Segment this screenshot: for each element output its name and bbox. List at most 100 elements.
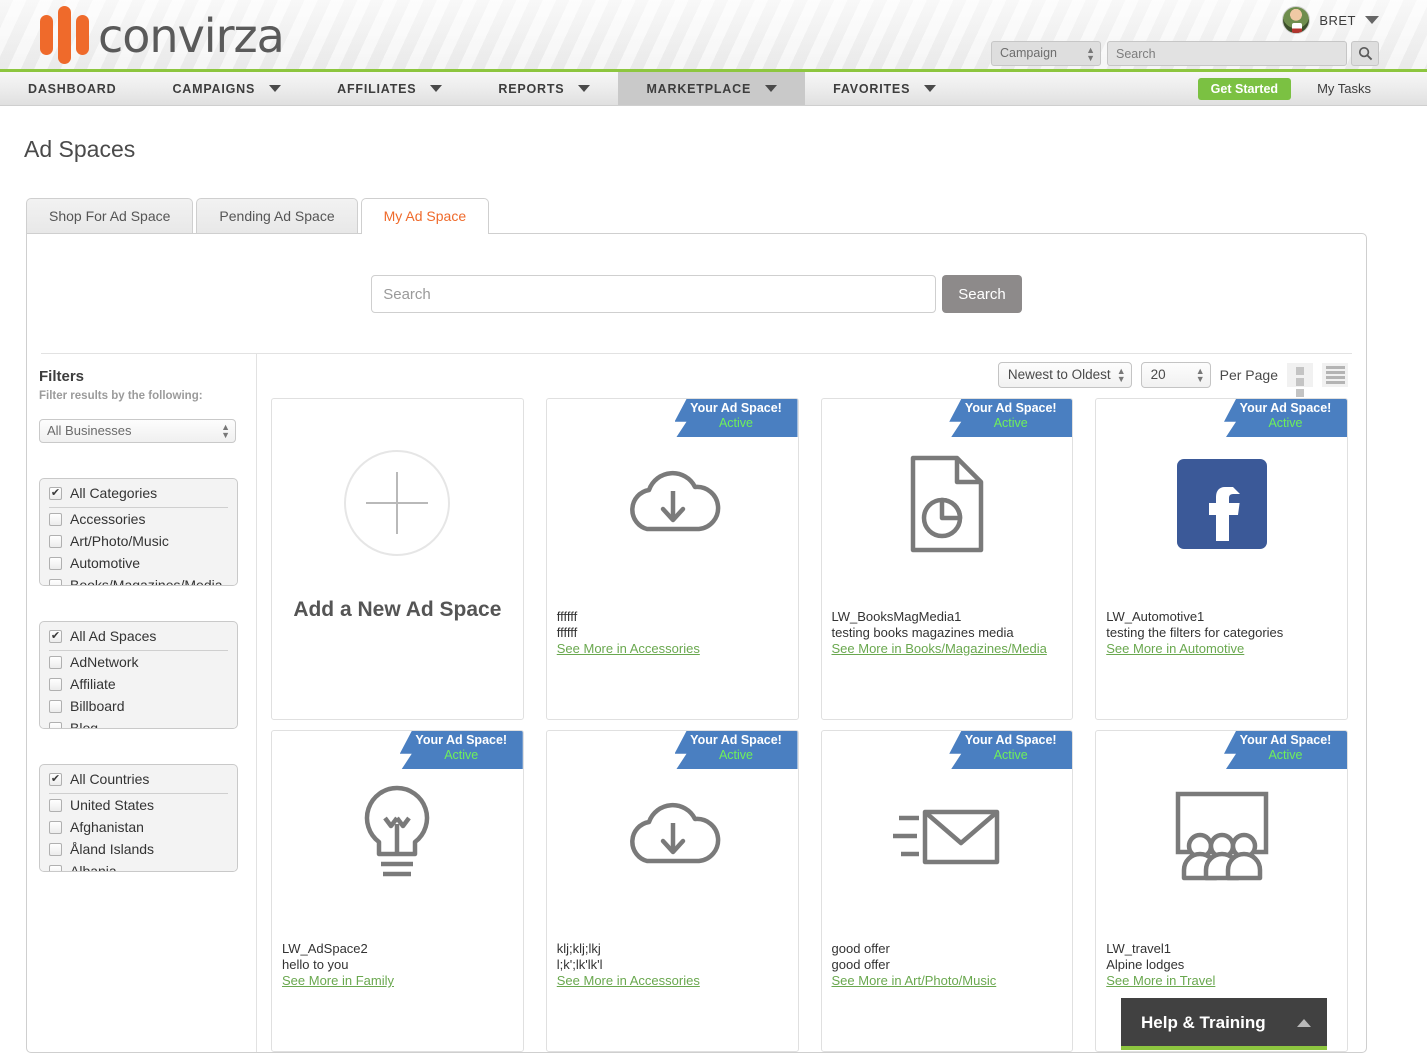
card-description: ffffff	[556, 625, 578, 640]
nav-label: DASHBOARD	[28, 81, 117, 96]
add-new-ad-space-label: Add a New Ad Space	[293, 598, 502, 621]
ad-space-card[interactable]: Your Ad Space! Active ffffff ffffff See …	[545, 398, 799, 720]
filter-item[interactable]: United States	[40, 794, 237, 816]
nav-item-favorites[interactable]: FAVORITES	[805, 72, 964, 105]
filter-item[interactable]: Affiliate	[40, 673, 237, 695]
chevron-down-icon[interactable]	[1365, 16, 1379, 24]
ad-space-search: Search	[27, 234, 1366, 313]
nav-item-marketplace[interactable]: MARKETPLACE	[618, 72, 806, 105]
ribbon-status: Active	[993, 748, 1028, 762]
see-more-link[interactable]: See More in Art/Photo/Music	[832, 973, 1063, 989]
see-more-link[interactable]: See More in Automotive	[1106, 641, 1337, 657]
logo[interactable]: convirza	[40, 6, 285, 64]
filter-item[interactable]: Blog	[40, 717, 237, 729]
filter-item[interactable]: Afghanistan	[40, 816, 237, 838]
search-button[interactable]: Search	[942, 275, 1022, 313]
per-page-label: Per Page	[1219, 367, 1278, 383]
see-more-link[interactable]: See More in Accessories	[557, 973, 788, 989]
nav-item-dashboard[interactable]: DASHBOARD	[0, 72, 144, 105]
filter-item[interactable]: Automotive	[40, 552, 237, 574]
see-more-link[interactable]: See More in Accessories	[557, 641, 788, 657]
card-title: klj;klj;lkj	[556, 941, 601, 956]
ribbon-title: Your Ad Space!	[415, 733, 508, 747]
filter-item[interactable]: Albania	[40, 860, 237, 872]
business-select[interactable]: All Businesses ▲ ▼	[39, 419, 236, 443]
global-search-input[interactable]	[1107, 41, 1347, 66]
card-meta: LW_AdSpace2 hello to you See More in Fam…	[272, 941, 523, 989]
checkbox-icon[interactable]	[49, 677, 62, 691]
checkbox-icon[interactable]	[49, 820, 62, 834]
chevron-up-icon[interactable]	[1297, 1019, 1311, 1027]
see-more-link[interactable]: See More in Family	[282, 973, 513, 989]
add-new-ad-space-card[interactable]: Add a New Ad Space	[271, 398, 524, 720]
nav-item-campaigns[interactable]: CAMPAIGNS	[144, 72, 309, 105]
checkbox-icon[interactable]	[49, 512, 62, 526]
my-tasks-link[interactable]: My Tasks	[1291, 81, 1397, 96]
ad-space-card[interactable]: Your Ad Space! Active klj;klj;lkj l;k';l…	[545, 730, 799, 1052]
checkbox-icon[interactable]	[49, 655, 62, 669]
card-title: LW_travel1	[1106, 941, 1172, 956]
filters-subheading: Filter results by the following:	[39, 390, 203, 402]
filter-list: Accessories Art/Photo/Music Automotive B…	[40, 508, 237, 585]
card-meta: LW_BooksMagMedia1 testing books magazine…	[822, 609, 1073, 657]
see-more-link[interactable]: See More in Travel	[1106, 973, 1337, 989]
card-meta: klj;klj;lkj l;k';lk'lk'l See More in Acc…	[547, 941, 798, 989]
checkbox-icon[interactable]	[49, 699, 62, 713]
checkbox-icon[interactable]	[49, 842, 62, 856]
checkbox-icon[interactable]	[49, 721, 62, 728]
filter-all-categories[interactable]: ✔ All Categories	[40, 479, 237, 507]
card-meta: ffffff ffffff See More in Accessories	[547, 609, 798, 657]
filter-list: United States Afghanistan Åland Islands …	[40, 794, 237, 872]
ad-space-card[interactable]: Your Ad Space! Active	[271, 730, 524, 1052]
search-input[interactable]	[371, 275, 937, 313]
nav-label: CAMPAIGNS	[172, 81, 256, 96]
search-scope-select[interactable]: Campaign ▲ ▼	[991, 41, 1101, 66]
ribbon-status: Active	[1268, 416, 1303, 430]
nav-item-affiliates[interactable]: AFFILIATES	[309, 72, 470, 105]
tab-shop-for-ad-space[interactable]: Shop For Ad Space	[26, 198, 194, 233]
tab-pending-ad-space[interactable]: Pending Ad Space	[196, 198, 358, 233]
per-page-select[interactable]: 20 ▲ ▼	[1140, 362, 1211, 388]
filter-label: All Countries	[70, 771, 150, 787]
card-title: LW_AdSpace2	[282, 941, 368, 956]
panel-body: Filters Filter results by the following:…	[27, 354, 1366, 1052]
help-and-training-widget[interactable]: Help & Training	[1121, 998, 1327, 1050]
filter-all-ad-spaces[interactable]: ✔ All Ad Spaces	[40, 622, 237, 650]
checkbox-icon[interactable]	[49, 798, 62, 812]
card-description: good offer	[831, 957, 890, 972]
filter-all-countries[interactable]: ✔ All Countries	[40, 765, 237, 793]
list-view-icon[interactable]	[1322, 363, 1348, 387]
checkbox-icon[interactable]	[49, 534, 62, 548]
checkbox-icon[interactable]	[49, 864, 62, 871]
filter-item[interactable]: Billboard	[40, 695, 237, 717]
sort-select[interactable]: Newest to Oldest ▲ ▼	[997, 362, 1132, 388]
ad-space-card[interactable]: Your Ad Space! Active LW_Automotive1 tes…	[1095, 398, 1348, 720]
checkbox-icon[interactable]	[49, 556, 62, 570]
global-search-button[interactable]	[1351, 41, 1379, 66]
card-title: LW_BooksMagMedia1	[831, 609, 962, 624]
grid-view-icon[interactable]	[1287, 363, 1313, 408]
user-menu[interactable]: BRET	[1282, 6, 1379, 34]
filter-item[interactable]: Åland Islands	[40, 838, 237, 860]
ribbon-title: Your Ad Space!	[964, 733, 1057, 747]
avatar	[1282, 6, 1311, 34]
ribbon-title: Your Ad Space!	[1239, 401, 1332, 415]
filter-item[interactable]: Accessories	[40, 508, 237, 530]
checkbox-icon[interactable]: ✔	[49, 629, 62, 643]
tab-my-ad-space[interactable]: My Ad Space	[360, 198, 490, 234]
nav-item-reports[interactable]: REPORTS	[470, 72, 618, 105]
checkbox-icon[interactable]: ✔	[49, 772, 62, 786]
filter-item[interactable]: Books/Magazines/Media	[40, 574, 237, 585]
chevron-down-icon	[765, 85, 778, 92]
filter-label: Blog	[70, 720, 99, 729]
ad-space-card[interactable]: Your Ad Space! Active good offer good of…	[820, 730, 1074, 1052]
filter-item[interactable]: AdNetwork	[40, 651, 237, 673]
checkbox-icon[interactable]	[49, 578, 62, 585]
ad-space-card[interactable]: Your Ad Space! Active LW_BooksMagMedia1	[820, 398, 1074, 720]
get-started-button[interactable]: Get Started	[1197, 77, 1292, 100]
checkbox-icon[interactable]: ✔	[49, 486, 62, 500]
filter-label: Albania	[70, 863, 117, 872]
filter-item[interactable]: Art/Photo/Music	[40, 530, 237, 552]
see-more-link[interactable]: See More in Books/Magazines/Media	[832, 641, 1063, 657]
ribbon-title: Your Ad Space!	[1239, 733, 1332, 747]
